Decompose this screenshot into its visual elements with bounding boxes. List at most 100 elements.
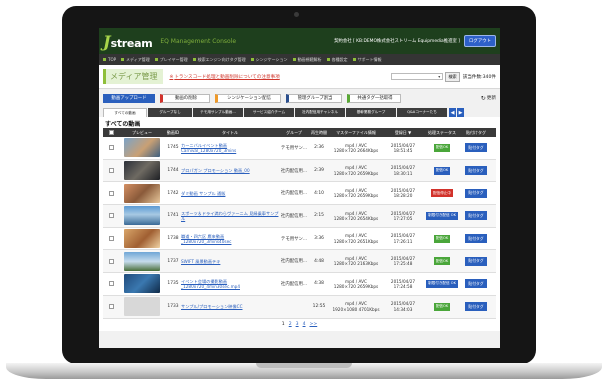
embed-tag-button[interactable]: 貼付タグ (465, 302, 487, 312)
row-checkbox[interactable] (103, 304, 119, 310)
video-thumbnail[interactable] (119, 206, 165, 226)
bullet-icon (250, 58, 254, 61)
master-file-info: mp4 / AVC 1280×720 2659Kbps (333, 278, 379, 289)
checkbox-icon (108, 236, 114, 242)
embed-tag-button[interactable]: 貼付タグ (465, 188, 487, 198)
video-title-link[interactable]: SWIFT 風景動画テキ (181, 259, 220, 264)
refresh-button[interactable]: ↻ 更新 (481, 95, 496, 102)
nav-item-label: TOP (108, 57, 117, 62)
embed-tag-button[interactable]: 貼付タグ (465, 166, 487, 176)
page-link-1[interactable]: 1 (282, 322, 285, 327)
video-title-link[interactable]: ブロパガン プロモーション 動画_00 (181, 168, 250, 173)
row-checkbox[interactable] (103, 145, 119, 151)
tab-demo-sample[interactable]: テモ用サンプル動画... (193, 108, 243, 117)
upload-button[interactable]: 動画アップロード (103, 93, 155, 103)
tab-all-videos[interactable]: すべての動画 (103, 108, 147, 117)
checkbox-icon (108, 145, 114, 151)
page-link-3[interactable]: 3 (296, 322, 299, 327)
select-all-checkbox[interactable] (103, 130, 119, 135)
video-title-link[interactable]: カーニバルイベント動画 Carnival_1280x720_3mins (181, 143, 236, 153)
master-file-info: mp4 / AVC 1280×720 2163Kbps (333, 256, 379, 267)
video-title-link[interactable]: サンプル/プロモーション映像CC (181, 304, 243, 309)
jstream-logo[interactable]: J stream (103, 32, 153, 51)
nav-item-analytics[interactable]: 動画視聴解析 (292, 56, 322, 63)
video-thumbnail[interactable] (119, 229, 165, 249)
embed-tag-button[interactable]: 貼付タグ (465, 143, 487, 153)
col-title[interactable]: タイトル (181, 130, 279, 136)
table-row: 1744 ブロパガン プロモーション 動画_00 社内配信用... 2:39 m… (103, 159, 496, 183)
page-link-2[interactable]: 2 (289, 322, 292, 327)
tab-no-group[interactable]: グループなし (148, 108, 192, 117)
console-title: EQ Management Console (160, 37, 237, 45)
video-thumbnail[interactable] (119, 251, 165, 271)
video-thumbnail[interactable] (119, 161, 165, 181)
thumbnail-image (124, 161, 160, 181)
video-title-link[interactable]: ダミ動画 サンプル 通販 (181, 191, 225, 196)
row-checkbox[interactable] (103, 281, 119, 287)
transcode-notice-link[interactable]: ※トランスコード処理と動画削除についての注意事項 (169, 74, 279, 80)
row-checkbox[interactable] (103, 190, 119, 196)
tab-service-team[interactable]: サービス紹介チーム (244, 108, 294, 117)
nav-item-label: 動画視聴解析 (297, 56, 322, 62)
master-file-info: mp4 / AVC 1920×1080 4701Kbps (332, 301, 380, 312)
common-tag-button[interactable]: 共通タグ一括取得 (347, 93, 401, 103)
video-thumbnail[interactable] (119, 297, 165, 317)
page-link-next[interactable]: >> (310, 322, 318, 327)
search-button[interactable]: 検索 (445, 71, 460, 82)
group-assign-button[interactable]: 管理グループ割当 (286, 93, 342, 103)
video-duration: 3:36 (314, 236, 324, 242)
nav-item-player[interactable]: プレイヤー管理 (154, 57, 188, 63)
syndication-button[interactable]: シンジケーション配信 (215, 93, 281, 103)
nav-item-support[interactable]: サポート情報 (352, 57, 382, 63)
thumbnail-image (124, 183, 160, 203)
col-video-id[interactable]: 動画ID (165, 130, 181, 136)
video-title-link[interactable]: イベント会場の撮影動画 _1280x720_4min30sec.mp4 (181, 279, 240, 289)
status-badge: 制限付き配信 OK (426, 211, 458, 220)
logout-button[interactable]: ログアウト (464, 35, 496, 47)
row-checkbox[interactable] (103, 213, 119, 219)
col-preview: プレビュー (132, 129, 152, 135)
embed-tag-button[interactable]: 貼付タグ (465, 234, 487, 244)
tab-internal-channel[interactable]: 社内配信用チャンネル (295, 108, 345, 117)
embed-tag-button[interactable]: 貼付タグ (465, 256, 487, 266)
tab-core-business[interactable]: 基幹業務グループ (346, 108, 396, 117)
nav-item-settings[interactable]: 各種設定 (326, 57, 348, 63)
tab-next-arrow-icon[interactable]: ▶ (457, 108, 464, 117)
video-id: 1745 (167, 145, 179, 151)
embed-tag-button[interactable]: 貼付タグ (465, 279, 487, 289)
table-row: 1745 カーニバルイベント動画 Carnival_1280x720_3mins… (103, 137, 496, 160)
col-status: 処理ステータス (428, 129, 456, 135)
nav-item-seo-tags[interactable]: 検索エンジン向けタグ管理 (192, 57, 246, 63)
table-row: 1735 イベント会場の撮影動画 _1280x720_4min30sec.mp4… (103, 273, 496, 296)
page-link-4[interactable]: 4 (303, 322, 306, 327)
embed-tag-button[interactable]: 貼付タグ (465, 211, 487, 221)
bullet-icon (103, 58, 106, 61)
thumbnail-image (124, 274, 160, 294)
row-checkbox[interactable] (103, 168, 119, 174)
row-checkbox[interactable] (103, 258, 119, 264)
registered-date: 2015/04/27 18:28:20 (390, 188, 416, 199)
video-thumbnail[interactable] (119, 183, 165, 203)
video-duration: 2:15 (314, 213, 324, 219)
tab-prev-arrow-icon[interactable]: ◀ (449, 108, 456, 117)
row-checkbox[interactable] (103, 236, 119, 242)
video-title-link[interactable]: スポーツ＆ドライ満わらヴァーニム 見縁乗車サンプル (181, 211, 279, 221)
nav-item-syndication[interactable]: シンジケーション (250, 57, 288, 63)
video-table: プレビュー 動画ID タイトル グループ 再生時間 マスターファイル情報 登録日… (99, 128, 500, 319)
video-duration: 2:36 (314, 145, 324, 151)
video-thumbnail[interactable] (119, 138, 165, 158)
video-title-link[interactable]: 職道・四六区 鷹来動画 _1280x720_3mins40sec (181, 234, 231, 244)
col-registered-date[interactable]: 登録日 ▼ (383, 130, 423, 136)
checkbox-icon (108, 258, 114, 264)
delete-button[interactable]: 動画の削除 (160, 93, 210, 103)
col-duration[interactable]: 再生時間 (309, 130, 329, 136)
logo-text: stream (110, 36, 153, 50)
checkbox-icon (108, 190, 114, 196)
video-duration: 12:55 (312, 304, 326, 310)
nav-item-top[interactable]: TOP (103, 57, 116, 62)
video-thumbnail[interactable] (119, 274, 165, 294)
search-select[interactable]: ▾ (391, 73, 444, 80)
tab-qa-corner[interactable]: Q&Aコーナーたち (397, 108, 447, 117)
nav-item-media[interactable]: メディア管理 (121, 57, 150, 63)
video-duration: 4:48 (314, 258, 324, 264)
